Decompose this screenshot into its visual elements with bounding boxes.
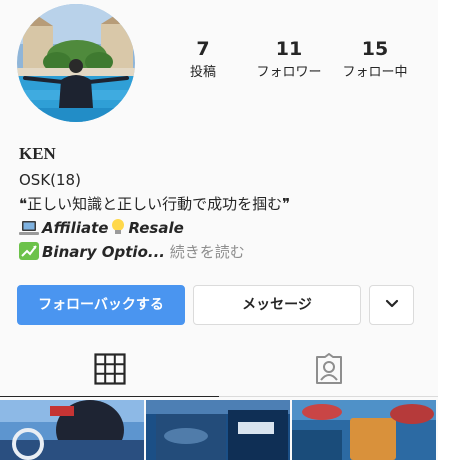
tab-posts-grid[interactable] <box>0 345 219 397</box>
bio-line-3: Affiliate Resale <box>19 217 184 242</box>
post-thumbnail[interactable] <box>0 400 144 460</box>
avatar-photo <box>17 4 135 122</box>
posts-number: 7 <box>196 38 210 60</box>
posts-count: 7 投稿 <box>158 38 248 82</box>
chart-up-icon <box>19 242 39 266</box>
following-count[interactable]: 15 フォロー中 <box>330 38 420 82</box>
followers-number: 11 <box>275 38 303 60</box>
bio-resale: Resale <box>128 219 184 237</box>
chevron-down-icon <box>385 299 398 308</box>
active-tab-indicator <box>0 396 219 397</box>
bio-motto: 正しい知識と正しい行動で成功を掴む <box>27 195 283 213</box>
bio-line-2: ❝正しい知識と正しい行動で成功を掴む❞ <box>19 193 290 215</box>
following-number: 15 <box>361 38 389 60</box>
lightbulb-icon <box>111 218 125 242</box>
bio-affiliate: Affiliate <box>42 219 109 237</box>
posts-label: 投稿 <box>189 65 216 80</box>
read-more-link[interactable]: 続きを読む <box>170 243 245 261</box>
post-thumbnail[interactable] <box>292 400 436 460</box>
profile-name: KEN <box>19 144 56 163</box>
quote-close: ❞ <box>282 195 291 213</box>
bio-line-1: OSK(18) <box>19 171 81 189</box>
followers-label: フォロワー <box>256 65 322 80</box>
post-image <box>0 400 144 460</box>
grid-icon <box>93 353 126 385</box>
tab-tagged[interactable] <box>219 345 438 397</box>
tabs-divider <box>219 396 438 397</box>
bio-binary-options: Binary Optio... <box>42 243 165 261</box>
post-image <box>146 400 290 460</box>
bio-line-4: Binary Optio... 続きを読む <box>19 241 245 266</box>
quote-open: ❝ <box>19 195 28 213</box>
right-edge <box>438 0 460 460</box>
avatar[interactable] <box>17 4 135 122</box>
tagged-person-icon <box>315 353 342 384</box>
followers-count[interactable]: 11 フォロワー <box>244 38 334 82</box>
message-button[interactable]: メッセージ <box>193 285 361 325</box>
post-thumbnail[interactable] <box>146 400 290 460</box>
post-image <box>292 400 436 460</box>
profile-page: 7 投稿 11 フォロワー 15 フォロー中 KEN OSK(18) ❝正しい知… <box>0 0 438 460</box>
laptop-icon <box>19 220 39 242</box>
follow-back-button[interactable]: フォローバックする <box>17 285 185 325</box>
following-label: フォロー中 <box>342 65 408 80</box>
more-options-button[interactable] <box>369 285 414 325</box>
